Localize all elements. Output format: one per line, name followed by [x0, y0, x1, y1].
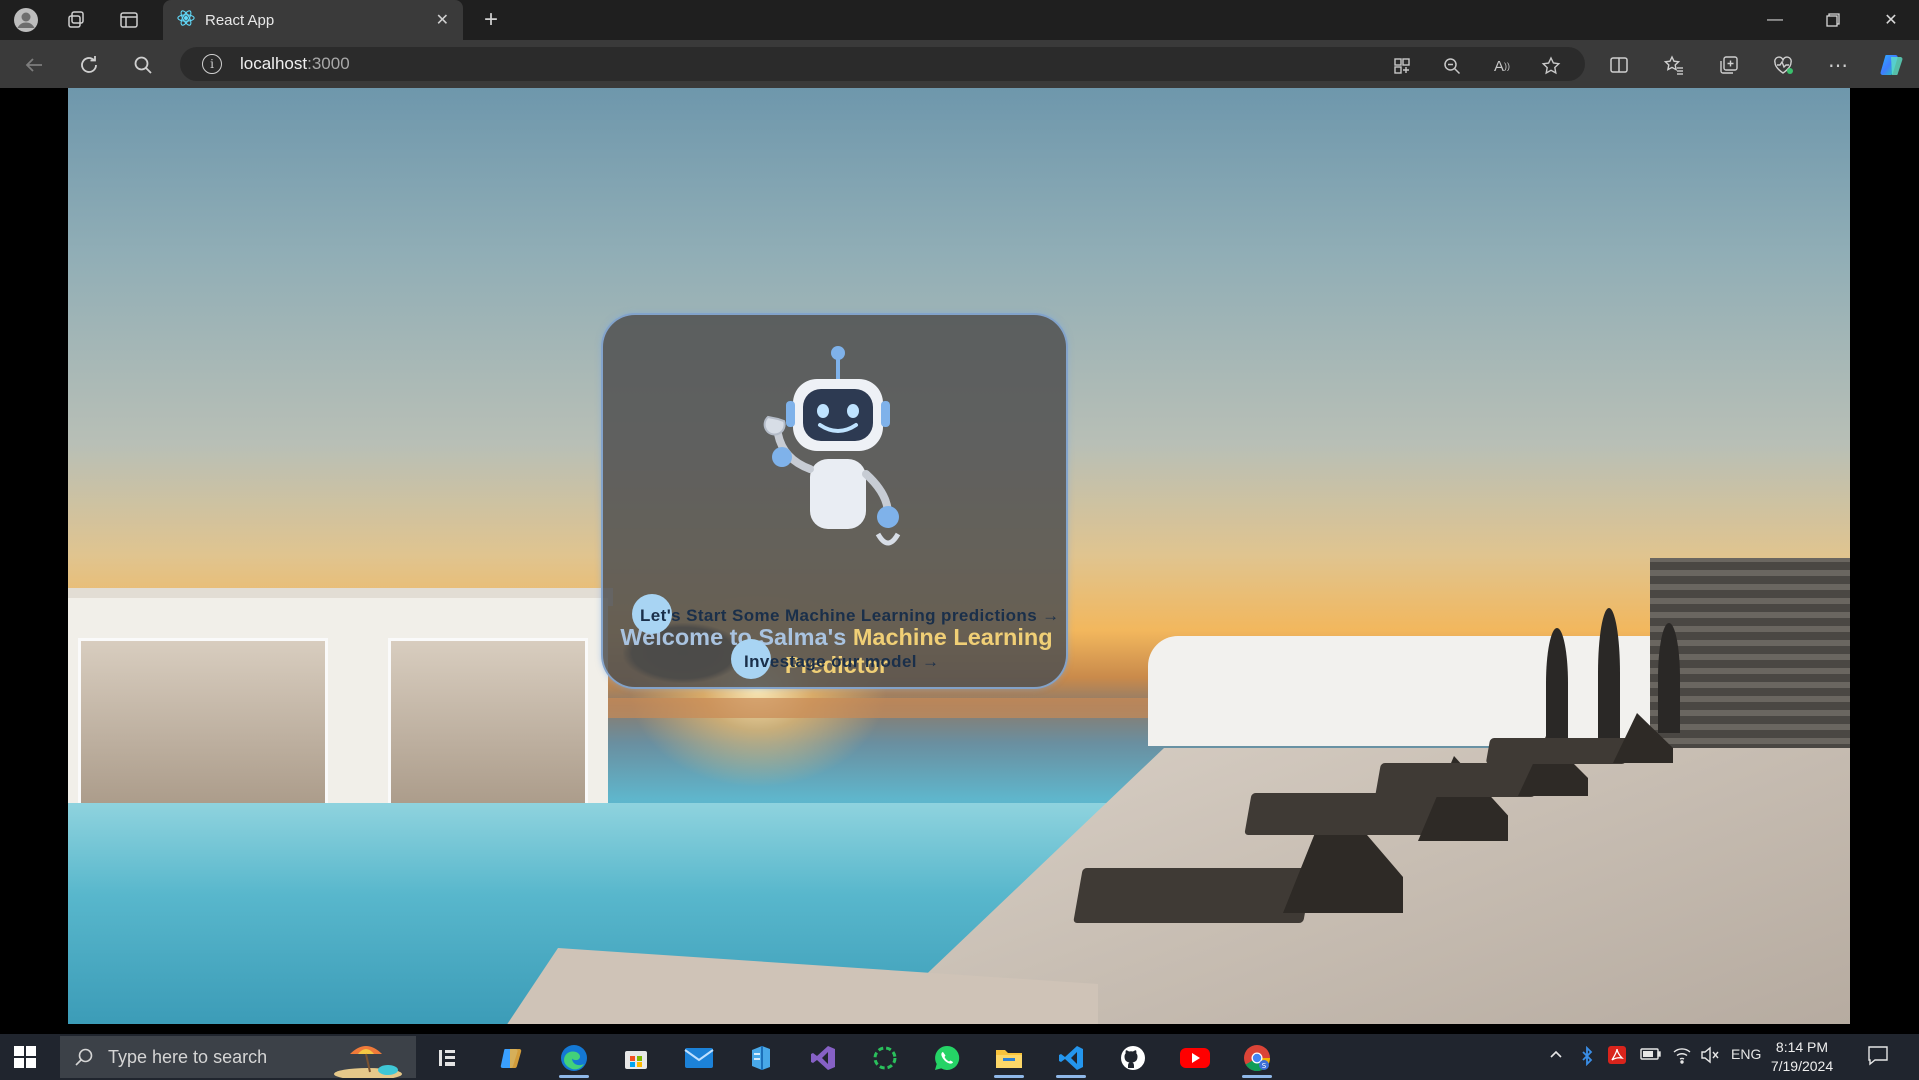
clock-time: 8:14 PM [1775, 1039, 1829, 1055]
investigate-model-label: Investage our model → [744, 652, 940, 671]
search-icon [75, 1048, 93, 1066]
vscode-icon[interactable] [1048, 1038, 1094, 1078]
robot-mascot-icon [763, 346, 901, 546]
minimize-button[interactable]: — [1747, 0, 1803, 40]
refresh-app-icon[interactable] [862, 1038, 908, 1078]
umbrella [1546, 628, 1568, 738]
back-button[interactable] [19, 50, 49, 80]
mail-icon[interactable] [676, 1038, 722, 1078]
close-window-button[interactable]: ✕ [1863, 0, 1919, 40]
browser-essentials-icon[interactable] [1768, 50, 1798, 80]
task-view-icon[interactable] [424, 1038, 470, 1078]
address-bar[interactable]: i localhost:3000 A)) [180, 47, 1585, 81]
restaurant-window-left [78, 638, 328, 828]
show-hidden-icons-chevron-icon[interactable] [1548, 1046, 1564, 1065]
app-available-icon[interactable] [1390, 54, 1414, 78]
battery-icon[interactable] [1640, 1046, 1662, 1065]
settings-more-icon[interactable]: ⋯ [1823, 50, 1853, 80]
welcome-card: Welcome to Salma's Machine Learning Pred… [601, 313, 1068, 689]
favorites-icon[interactable] [1659, 50, 1689, 80]
refresh-button[interactable] [74, 50, 104, 80]
search-icon[interactable] [128, 50, 158, 80]
svg-text:S: S [1262, 1062, 1267, 1070]
restore-button[interactable] [1805, 0, 1861, 40]
edge-icon[interactable] [551, 1038, 597, 1078]
wifi-icon[interactable] [1672, 1046, 1692, 1067]
tab-title: React App [205, 11, 275, 29]
microsoft-store-icon[interactable] [613, 1038, 659, 1078]
taskbar-clock[interactable]: 8:14 PM 7/19/2024 [1767, 1038, 1837, 1076]
search-highlight-beach-icon [334, 1046, 402, 1078]
sun-lounger [1375, 763, 1541, 797]
acrobat-icon[interactable] [1608, 1046, 1626, 1067]
read-aloud-icon[interactable]: A)) [1490, 54, 1514, 78]
umbrella [1598, 608, 1620, 738]
windows-start-icon[interactable] [14, 1046, 36, 1068]
copilot-icon[interactable] [489, 1038, 535, 1078]
youtube-icon[interactable] [1172, 1038, 1218, 1078]
sun-lounger [1485, 738, 1631, 764]
new-tab-button[interactable]: + [477, 6, 505, 34]
search-placeholder: Type here to search [108, 1046, 268, 1067]
tab-close-icon[interactable]: ✕ [436, 10, 449, 30]
language-indicator[interactable]: ENG [1731, 1046, 1761, 1062]
address-host: localhost [240, 54, 308, 73]
sea-horizon [608, 698, 1208, 718]
file-explorer-icon[interactable] [986, 1038, 1032, 1078]
villas [1148, 636, 1708, 746]
site-info-icon[interactable]: i [202, 54, 222, 74]
visual-studio-icon[interactable] [800, 1038, 846, 1078]
taskbar-search-box[interactable]: Type here to search [60, 1036, 416, 1078]
umbrella [1658, 623, 1680, 733]
profile-avatar-icon[interactable] [12, 6, 40, 34]
windows-taskbar: Type here to search S ENG 8:14 PM 7/19/2… [0, 1034, 1919, 1080]
address-port: :3000 [307, 54, 350, 73]
tab-react-app[interactable]: React App ✕ [163, 0, 463, 40]
clock-date: 7/19/2024 [1770, 1058, 1834, 1074]
whatsapp-icon[interactable] [924, 1038, 970, 1078]
notifications-icon[interactable] [1867, 1044, 1889, 1069]
workspaces-icon[interactable] [62, 6, 90, 34]
chrome-icon[interactable]: S [1234, 1038, 1280, 1078]
browser-viewport: Welcome to Salma's Machine Learning Pred… [4, 88, 1915, 1024]
azure-data-studio-icon[interactable] [738, 1038, 784, 1078]
restaurant-window-right [388, 638, 588, 828]
start-predictions-label: Let's Start Some Machine Learning predic… [640, 606, 1060, 625]
react-logo-icon [177, 9, 195, 32]
favorite-star-icon[interactable] [1539, 54, 1563, 78]
zoom-out-icon[interactable] [1440, 54, 1464, 78]
copilot-sidebar-icon[interactable] [1877, 50, 1907, 80]
sun-lounger [1073, 868, 1313, 923]
split-screen-icon[interactable] [1604, 50, 1634, 80]
browser-navbar: i localhost:3000 A)) ⋯ [0, 40, 1919, 88]
sun-lounger [1244, 793, 1452, 835]
volume-muted-icon[interactable] [1700, 1046, 1720, 1067]
vertical-tabs-icon[interactable] [115, 6, 143, 34]
bluetooth-icon[interactable] [1580, 1045, 1594, 1069]
github-icon[interactable] [1110, 1038, 1156, 1078]
browser-titlebar: React App ✕ + — ✕ [0, 0, 1919, 40]
collections-icon[interactable] [1714, 50, 1744, 80]
